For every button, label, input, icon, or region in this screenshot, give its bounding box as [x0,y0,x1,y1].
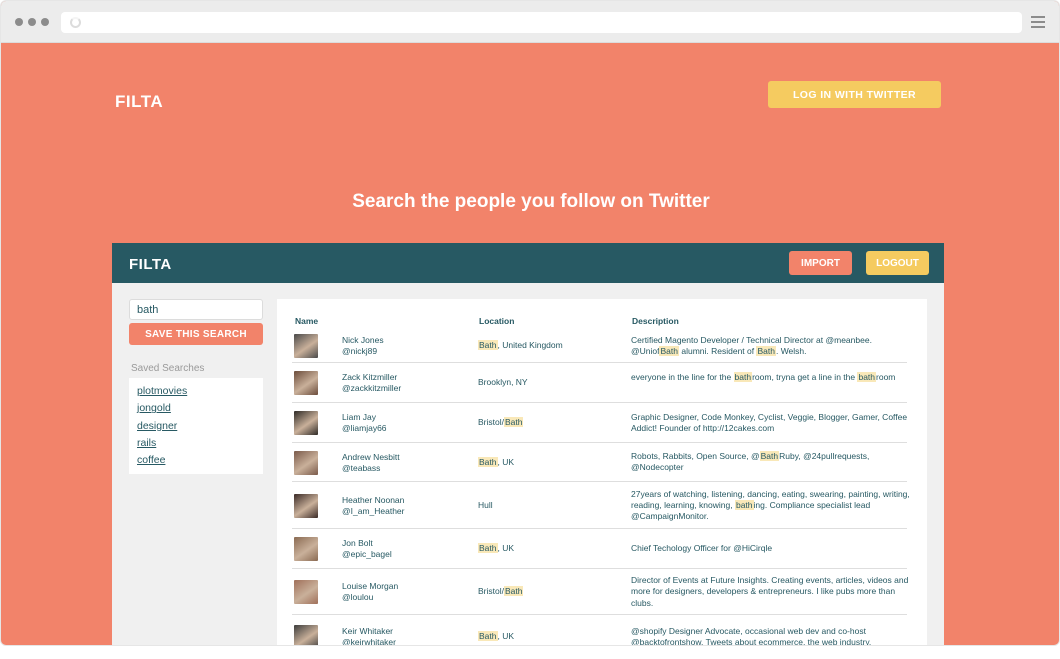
description-cell: 27years of watching, listening, dancing,… [631,488,910,522]
saved-searches-title: Saved Searches [131,363,205,374]
search-highlight: bath [734,499,754,510]
user-name[interactable]: Jon Bolt [342,538,392,549]
user-name[interactable]: Nick Jones [342,335,384,346]
search-highlight: Bath [756,345,776,356]
table-row[interactable]: Andrew Nesbitt @teabass Bath, UK Robots, Ra… [292,443,907,482]
import-button[interactable]: IMPORT [789,251,852,275]
location-cell: Bristol/Bath [478,417,524,427]
saved-search-link[interactable]: rails [137,435,255,452]
user-name[interactable]: Heather Noonan [342,495,405,506]
table-row[interactable]: Zack Kitzmiller @zackkitzmiller Brooklyn, … [292,363,907,403]
user-handle[interactable]: @zackkitzmiller [342,383,401,394]
column-header-location[interactable]: Location [479,316,514,326]
location-cell: Hull [478,499,493,510]
app-header: FILTA IMPORT LOGOUT [112,243,944,283]
description-cell: Chief Techology Officer for @HiCirqle [631,543,773,554]
location-cell: Bath, UK [478,631,515,641]
user-name-cell[interactable]: Jon Bolt @epic_bagel [342,538,392,560]
logout-button[interactable]: LOGOUT [866,251,929,275]
search-highlight: Bath [503,586,524,596]
user-name-cell[interactable]: Heather Noonan @I_am_Heather [342,495,405,517]
hero-title: Search the people you follow on Twitter [352,191,710,212]
search-highlight: bath [857,371,877,382]
saved-search-link[interactable]: designer [137,418,255,435]
search-highlight: Bath [478,340,498,350]
user-name[interactable]: Keir Whitaker [342,626,396,637]
saved-search-link[interactable]: jongold [137,400,255,417]
browser-window: FILTA LOG IN WITH TWITTER Search the peo… [0,0,1060,646]
address-bar[interactable] [61,12,1022,33]
column-header-description[interactable]: Description [632,316,679,326]
saved-search-link[interactable]: plotmovies [137,383,255,400]
search-highlight: Bath [478,631,498,641]
description-cell: Certified Magento Developer / Technical … [631,334,872,356]
search-input[interactable] [129,299,263,320]
user-name[interactable]: Louise Morgan [342,581,398,592]
location-cell: Brooklyn, NY [478,377,528,387]
search-highlight: Bath [478,543,498,553]
save-search-button[interactable]: SAVE THIS SEARCH [129,323,263,345]
location-cell: Bath, UK [478,543,515,553]
window-controls [15,18,49,26]
description-cell: everyone in the line for the bathroom, t… [631,371,896,382]
user-handle[interactable]: @I_am_Heather [342,506,405,517]
avatar [294,493,318,518]
window-dot-icon[interactable] [15,18,23,26]
search-highlight: Bath [478,456,498,467]
avatar [294,625,318,645]
loading-spinner-icon [70,17,81,28]
user-name-cell[interactable]: Andrew Nesbitt @teabass [342,452,400,474]
user-name-cell[interactable]: Keir Whitaker @keirwhitaker [342,626,396,645]
column-header-name[interactable]: Name [295,316,318,326]
saved-search-link[interactable]: coffee [137,452,255,469]
user-handle[interactable]: @keirwhitaker [342,637,396,645]
search-highlight: bath [733,371,753,382]
table-row[interactable]: Keir Whitaker @keirwhitaker Bath, UK @shopi… [292,615,907,645]
avatar [294,537,318,561]
user-handle[interactable]: @epic_bagel [342,549,392,560]
avatar [294,450,318,475]
location-cell: Bristol/Bath [478,586,524,596]
table-row[interactable]: Heather Noonan @I_am_Heather Hull 27years o… [292,482,910,529]
location-cell: Bath, United Kingdom [478,340,563,350]
user-name[interactable]: Andrew Nesbitt [342,452,400,463]
table-row[interactable]: Liam Jay @liamjay66 Bristol/Bath Graphic De… [292,403,907,443]
avatar [294,334,318,358]
search-highlight: Bath [659,345,679,356]
results-table: Name Location Description Nick Jones @nic… [277,299,927,645]
app-preview: FILTA IMPORT LOGOUT SAVE THIS SEARCH Sav… [112,243,944,645]
window-dot-icon[interactable] [28,18,36,26]
user-name-cell[interactable]: Liam Jay @liamjay66 [342,412,387,434]
table-row[interactable]: Jon Bolt @epic_bagel Bath, UK Chief Techolo… [292,529,907,569]
window-dot-icon[interactable] [41,18,49,26]
user-name-cell[interactable]: Zack Kitzmiller @zackkitzmiller [342,372,401,394]
app-logo[interactable]: FILTA [129,256,172,273]
user-handle[interactable]: @liamjay66 [342,423,387,434]
saved-searches-list: plotmovies jongold designer rails coffee [129,378,263,474]
avatar [294,580,318,604]
search-highlight: Bath [503,417,524,427]
user-name[interactable]: Zack Kitzmiller [342,372,401,383]
site-logo[interactable]: FILTA [115,92,163,112]
description-cell: Robots, Rabbits, Open Source, @BathRuby,… [631,451,870,473]
location-cell: Bath, UK [478,456,515,467]
description-cell: Graphic Designer, Code Monkey, Cyclist, … [631,411,908,433]
user-handle[interactable]: @nickj89 [342,346,384,357]
avatar [294,411,318,435]
user-name[interactable]: Liam Jay [342,412,387,423]
description-cell: @shopify Designer Advocate, occasional w… [631,625,872,646]
user-name-cell[interactable]: Nick Jones @nickj89 [342,335,384,357]
user-handle[interactable]: @loulou [342,592,398,603]
user-name-cell[interactable]: Louise Morgan @loulou [342,581,398,603]
browser-toolbar [1,1,1059,43]
table-row[interactable]: Nick Jones @nickj89 Bath, United Kingdom Ce… [292,329,907,363]
login-twitter-button[interactable]: LOG IN WITH TWITTER [768,81,941,108]
table-row[interactable]: Louise Morgan @loulou Bristol/Bath Director… [292,569,908,615]
search-highlight: Bath [759,451,780,462]
user-handle[interactable]: @teabass [342,463,400,474]
avatar [294,371,318,395]
hamburger-menu-icon[interactable] [1031,16,1045,28]
description-cell: Director of Events at Future Insights. C… [631,575,909,608]
